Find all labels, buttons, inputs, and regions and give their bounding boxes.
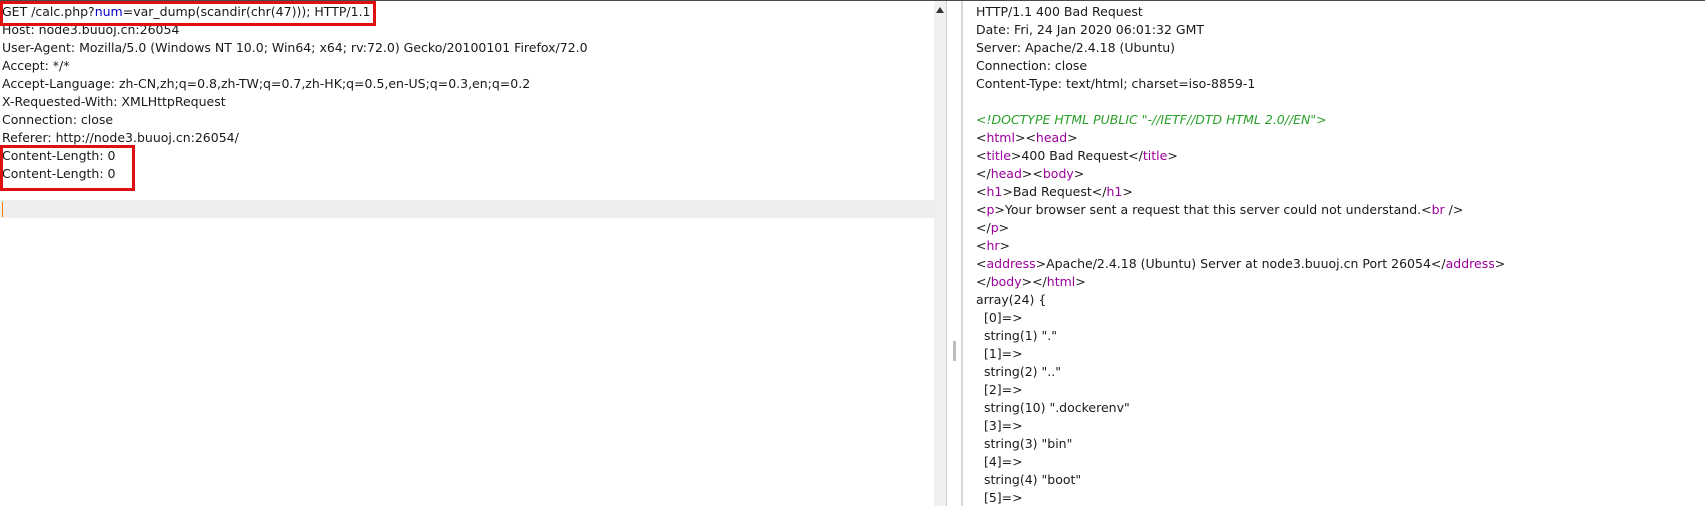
- request-scrollbar[interactable]: [934, 1, 946, 506]
- dump-line: [5]=>: [976, 490, 1023, 505]
- text-caret: [2, 202, 3, 217]
- title-text: 400 Bad Request: [1021, 148, 1129, 163]
- h1-text: Bad Request: [1012, 184, 1092, 199]
- p-text: Your browser sent a request that this se…: [1004, 202, 1422, 217]
- dump-line: array(24) {: [976, 292, 1047, 307]
- content-length-highlight-box: [0, 145, 135, 191]
- address-text: Apache/2.4.18 (Ubuntu) Server at node3.b…: [1046, 256, 1431, 271]
- body-close-line: </body></html>: [976, 274, 1086, 289]
- dump-line: [3]=>: [976, 418, 1023, 433]
- response-viewer[interactable]: HTTP/1.1 400 Bad Request Date: Fri, 24 J…: [964, 1, 1705, 506]
- dump-line: [2]=>: [976, 382, 1023, 397]
- dump-line: [1]=>: [976, 346, 1023, 361]
- request-editor[interactable]: GET /calc.php?num=var_dump(scandir(chr(4…: [0, 1, 934, 506]
- request-header-x-requested-with[interactable]: X-Requested-With: XMLHttpRequest: [2, 93, 588, 111]
- pane-splitter[interactable]: [947, 1, 961, 506]
- request-header-user-agent[interactable]: User-Agent: Mozilla/5.0 (Windows NT 10.0…: [2, 39, 588, 57]
- p-line: <p>Your browser sent a request that this…: [976, 202, 1464, 217]
- dump-line: string(2) "..": [976, 364, 1061, 379]
- h1-line: <h1>Bad Request</h1>: [976, 184, 1133, 199]
- dump-line: string(3) "bin": [976, 436, 1073, 451]
- title-line: <title>400 Bad Request</title>: [976, 148, 1178, 163]
- dump-line: string(10) ".dockerenv": [976, 400, 1130, 415]
- dump-line: [0]=>: [976, 310, 1023, 325]
- request-line-highlight-box: [0, 1, 376, 26]
- address-line: <address>Apache/2.4.18 (Ubuntu) Server a…: [976, 256, 1506, 271]
- splitter-grip-icon[interactable]: [953, 341, 956, 361]
- response-text[interactable]: HTTP/1.1 400 Bad Request Date: Fri, 24 J…: [976, 3, 1505, 506]
- response-status-line: HTTP/1.1 400 Bad Request: [976, 4, 1143, 19]
- response-header-server: Server: Apache/2.4.18 (Ubuntu): [976, 40, 1176, 55]
- current-line-highlight: [0, 200, 934, 218]
- hr-line: <hr>: [976, 238, 1011, 253]
- head-close-line: </head><body>: [976, 166, 1085, 181]
- p-close-line: </p>: [976, 220, 1010, 235]
- dump-line: string(1) ".": [976, 328, 1057, 343]
- request-header-accept-language[interactable]: Accept-Language: zh-CN,zh;q=0.8,zh-TW;q=…: [2, 75, 588, 93]
- request-header-accept[interactable]: Accept: */*: [2, 57, 588, 75]
- splitter-divider: [961, 1, 963, 506]
- response-header-date: Date: Fri, 24 Jan 2020 06:01:32 GMT: [976, 22, 1205, 37]
- dump-line: string(4) "boot": [976, 472, 1082, 487]
- doctype-line: <!DOCTYPE HTML PUBLIC "-//IETF//DTD HTML…: [976, 112, 1327, 127]
- dump-line: [4]=>: [976, 454, 1023, 469]
- response-header-content-type: Content-Type: text/html; charset=iso-885…: [976, 76, 1256, 91]
- response-header-connection: Connection: close: [976, 58, 1088, 73]
- scroll-up-arrow-icon[interactable]: [936, 7, 944, 13]
- request-header-connection[interactable]: Connection: close: [2, 111, 588, 129]
- html-open-line: <html><head>: [976, 130, 1078, 145]
